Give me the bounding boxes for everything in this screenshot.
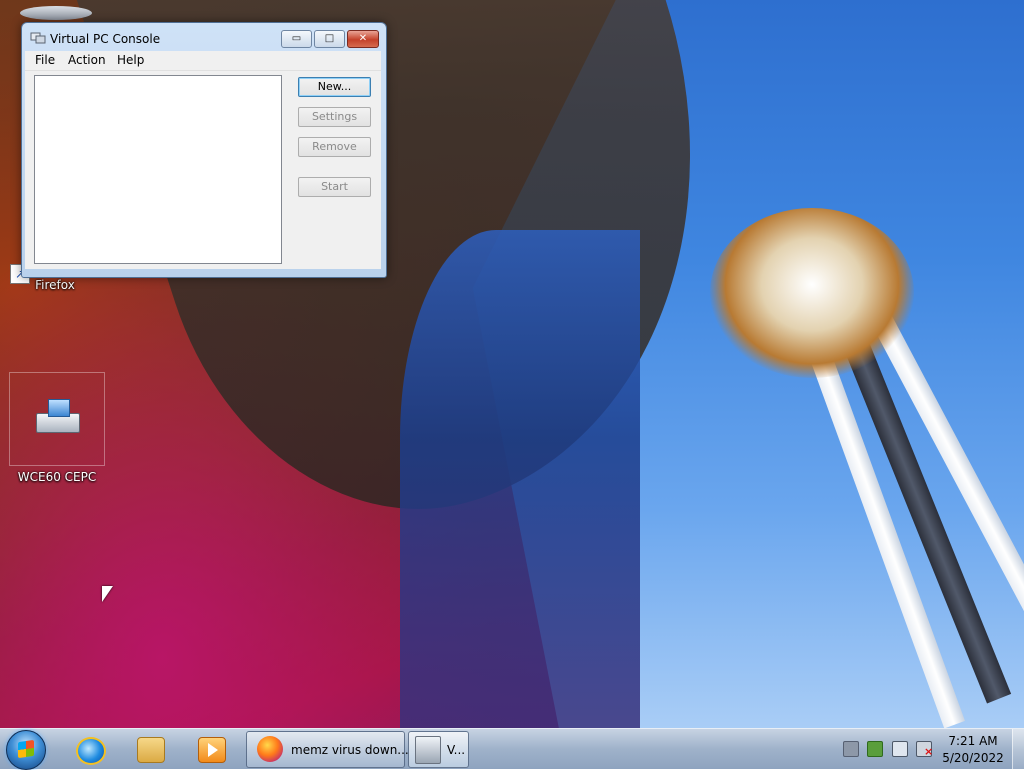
new-button[interactable]: New... [298, 77, 371, 97]
taskbar-button-firefox[interactable]: memz virus down... [246, 731, 409, 768]
desktop-icon-label: Firefox [35, 278, 75, 292]
pinned-internet-explorer[interactable] [60, 731, 116, 767]
media-player-icon [198, 737, 226, 763]
clock-time[interactable]: 7:21 AM [940, 734, 1006, 748]
start-button[interactable]: Start [298, 177, 371, 197]
menu-file[interactable]: File [30, 53, 60, 67]
recycle-bin-icon[interactable] [20, 6, 92, 20]
taskbar-button-virtual-pc[interactable]: V... [408, 731, 469, 768]
remove-button[interactable]: Remove [298, 137, 371, 157]
volume-muted-icon[interactable] [916, 741, 933, 758]
window-client-area: New... Settings Remove Start [25, 71, 381, 269]
firefox-icon [257, 736, 283, 762]
action-center-icon[interactable] [867, 741, 883, 757]
taskbar-button-label: V... [447, 743, 466, 757]
virtual-pc-icon [30, 31, 46, 45]
show-desktop-button[interactable] [1012, 729, 1024, 769]
taskbar: memz virus down... V... 7:21 AM 5/20/202… [0, 728, 1024, 770]
virtual-machine-icon [34, 399, 80, 441]
menu-action[interactable]: Action [63, 53, 111, 67]
wallpaper-tower-top [710, 208, 914, 378]
desktop-icon-wce60-cepc[interactable]: WCE60 CEPC [9, 372, 105, 484]
network-icon[interactable] [892, 741, 908, 757]
window-title: Virtual PC Console [50, 32, 161, 46]
windows-logo-icon [18, 739, 34, 759]
virtual-pc-icon [415, 736, 441, 764]
pinned-media-player[interactable] [182, 731, 238, 767]
wallpaper-tower-leg [861, 294, 1024, 677]
close-button[interactable]: ✕ [347, 30, 379, 48]
desktop-icon-label: WCE60 CEPC [17, 470, 97, 484]
minimize-button[interactable]: ▭ [281, 30, 312, 48]
settings-button[interactable]: Settings [298, 107, 371, 127]
maximize-button[interactable]: □ [314, 30, 345, 48]
virtual-machine-list[interactable] [34, 75, 282, 264]
window-titlebar[interactable]: Virtual PC Console ▭ □ ✕ [22, 23, 386, 51]
internet-explorer-icon [76, 737, 106, 765]
taskbar-button-label: memz virus down... [291, 743, 409, 757]
mouse-cursor [102, 586, 113, 602]
windows-explorer-icon [137, 737, 165, 763]
pinned-windows-explorer[interactable] [121, 731, 177, 767]
clock-date[interactable]: 5/20/2022 [940, 751, 1006, 765]
menu-help[interactable]: Help [112, 53, 149, 67]
menu-bar: File Action Help [25, 51, 381, 71]
wallpaper-reflective-wall [400, 230, 640, 728]
network-device-icon[interactable] [843, 741, 859, 757]
start-menu-button[interactable] [6, 730, 46, 770]
virtual-pc-console-window[interactable]: Virtual PC Console ▭ □ ✕ File Action Hel… [21, 22, 387, 278]
